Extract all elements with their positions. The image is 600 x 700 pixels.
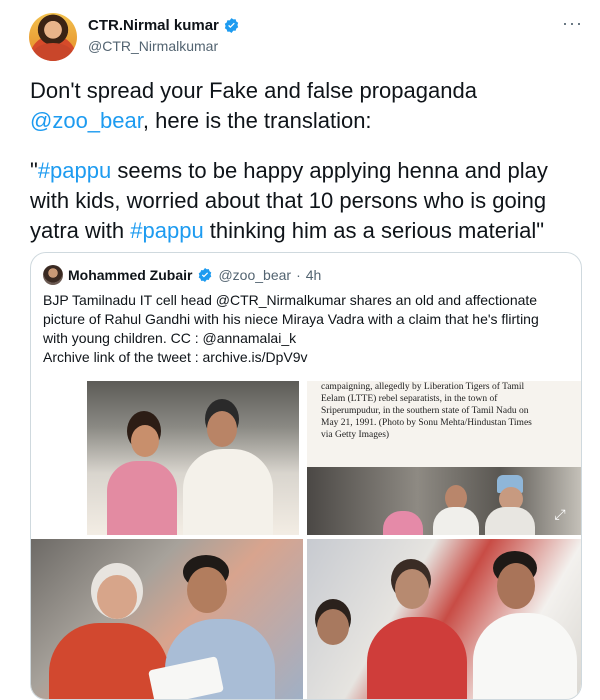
quoted-author-avatar[interactable] — [43, 265, 63, 285]
hashtag-link[interactable]: #pappu — [130, 218, 203, 243]
figure-dupatta — [107, 461, 177, 535]
avatar-shirt — [33, 43, 73, 61]
quoted-author-handle[interactable]: @zoo_bear — [218, 267, 291, 283]
quoted-timestamp[interactable]: 4h — [306, 267, 322, 283]
photo-modi-nirmal[interactable] — [31, 539, 303, 699]
author-name-row: CTR.Nirmal kumar — [88, 17, 240, 34]
figure-saree — [367, 617, 467, 699]
figure-face — [131, 425, 159, 457]
quoted-text-line: Archive link of the tweet : archive.is/D… — [43, 349, 308, 365]
quoted-text-line: BJP Tamilnadu IT cell head @CTR_Nirmalku… — [43, 292, 538, 308]
quoted-text-line: picture of Rahul Gandhi with his niece M… — [43, 311, 539, 327]
tweet: CTR.Nirmal kumar @CTR_Nirmalkumar ··· Do… — [0, 0, 600, 700]
figure-kurta — [433, 507, 479, 535]
quoted-author-name[interactable]: Mohammed Zubair — [68, 267, 192, 283]
verified-badge-icon — [199, 268, 212, 282]
author-handle[interactable]: @CTR_Nirmalkumar — [88, 38, 218, 54]
quoted-tweet-header: Mohammed Zubair @zoo_bear · 4h — [43, 265, 321, 285]
photo-rahul-niece[interactable] — [87, 381, 299, 535]
caption-line: Eelam (LTTE) rebel separatists, in the t… — [321, 394, 498, 404]
verified-badge-icon — [224, 18, 239, 33]
tweet-line-1: Don't spread your Fake and false propaga… — [30, 76, 590, 136]
more-icon[interactable]: ··· — [562, 14, 583, 32]
expand-icon[interactable]: ⤢ — [549, 503, 571, 525]
tweet-text: Don't spread your Fake and false propaga… — [30, 76, 590, 246]
figure-face — [207, 411, 237, 447]
author-display-name[interactable]: CTR.Nirmal kumar — [88, 17, 219, 34]
separator-dot: · — [296, 267, 301, 283]
figure-kurta — [485, 507, 535, 535]
figure-face — [187, 567, 227, 613]
tweet-text-segment: , here is the translation: — [142, 108, 372, 133]
photo-caption-image[interactable]: campaigning, allegedly by Liberation Tig… — [307, 381, 581, 467]
mention-link[interactable]: @zoo_bear — [30, 108, 143, 133]
figure-face — [497, 563, 535, 609]
figure-kurta — [183, 449, 273, 535]
figure-dupatta — [383, 511, 423, 535]
quoted-text-line: with young children. CC : @annamalai_k — [43, 330, 297, 346]
figure-face — [317, 609, 349, 645]
hashtag-link[interactable]: #pappu — [38, 158, 111, 183]
quoted-tweet-text: BJP Tamilnadu IT cell head @CTR_Nirmalku… — [43, 291, 573, 367]
photo-caption: campaigning, allegedly by Liberation Tig… — [321, 381, 571, 441]
figure-face — [395, 569, 429, 609]
tweet-text-segment: Don't spread your Fake and false propaga… — [30, 78, 477, 103]
caption-line: via Getty Images) — [321, 430, 390, 440]
figure-shirt — [473, 613, 577, 699]
tweet-quote-text: "#pappu seems to be happy applying henna… — [30, 156, 590, 246]
photo-crowd[interactable]: ⤢ — [307, 467, 581, 535]
caption-line: campaigning, allegedly by Liberation Tig… — [321, 382, 525, 392]
tweet-text-segment: thinking him as a serious material" — [203, 218, 545, 243]
quoted-tweet[interactable]: Mohammed Zubair @zoo_bear · 4h BJP Tamil… — [30, 252, 582, 700]
figure-face — [97, 575, 137, 619]
quote-mark: " — [30, 158, 38, 183]
caption-line: Sriperumpudur, in the southern state of … — [321, 406, 529, 416]
caption-line: May 21, 1991. (Photo by Sonu Mehta/Hindu… — [321, 418, 532, 428]
photo-nirmala-nirmal[interactable] — [307, 539, 581, 699]
author-avatar[interactable] — [29, 13, 77, 61]
